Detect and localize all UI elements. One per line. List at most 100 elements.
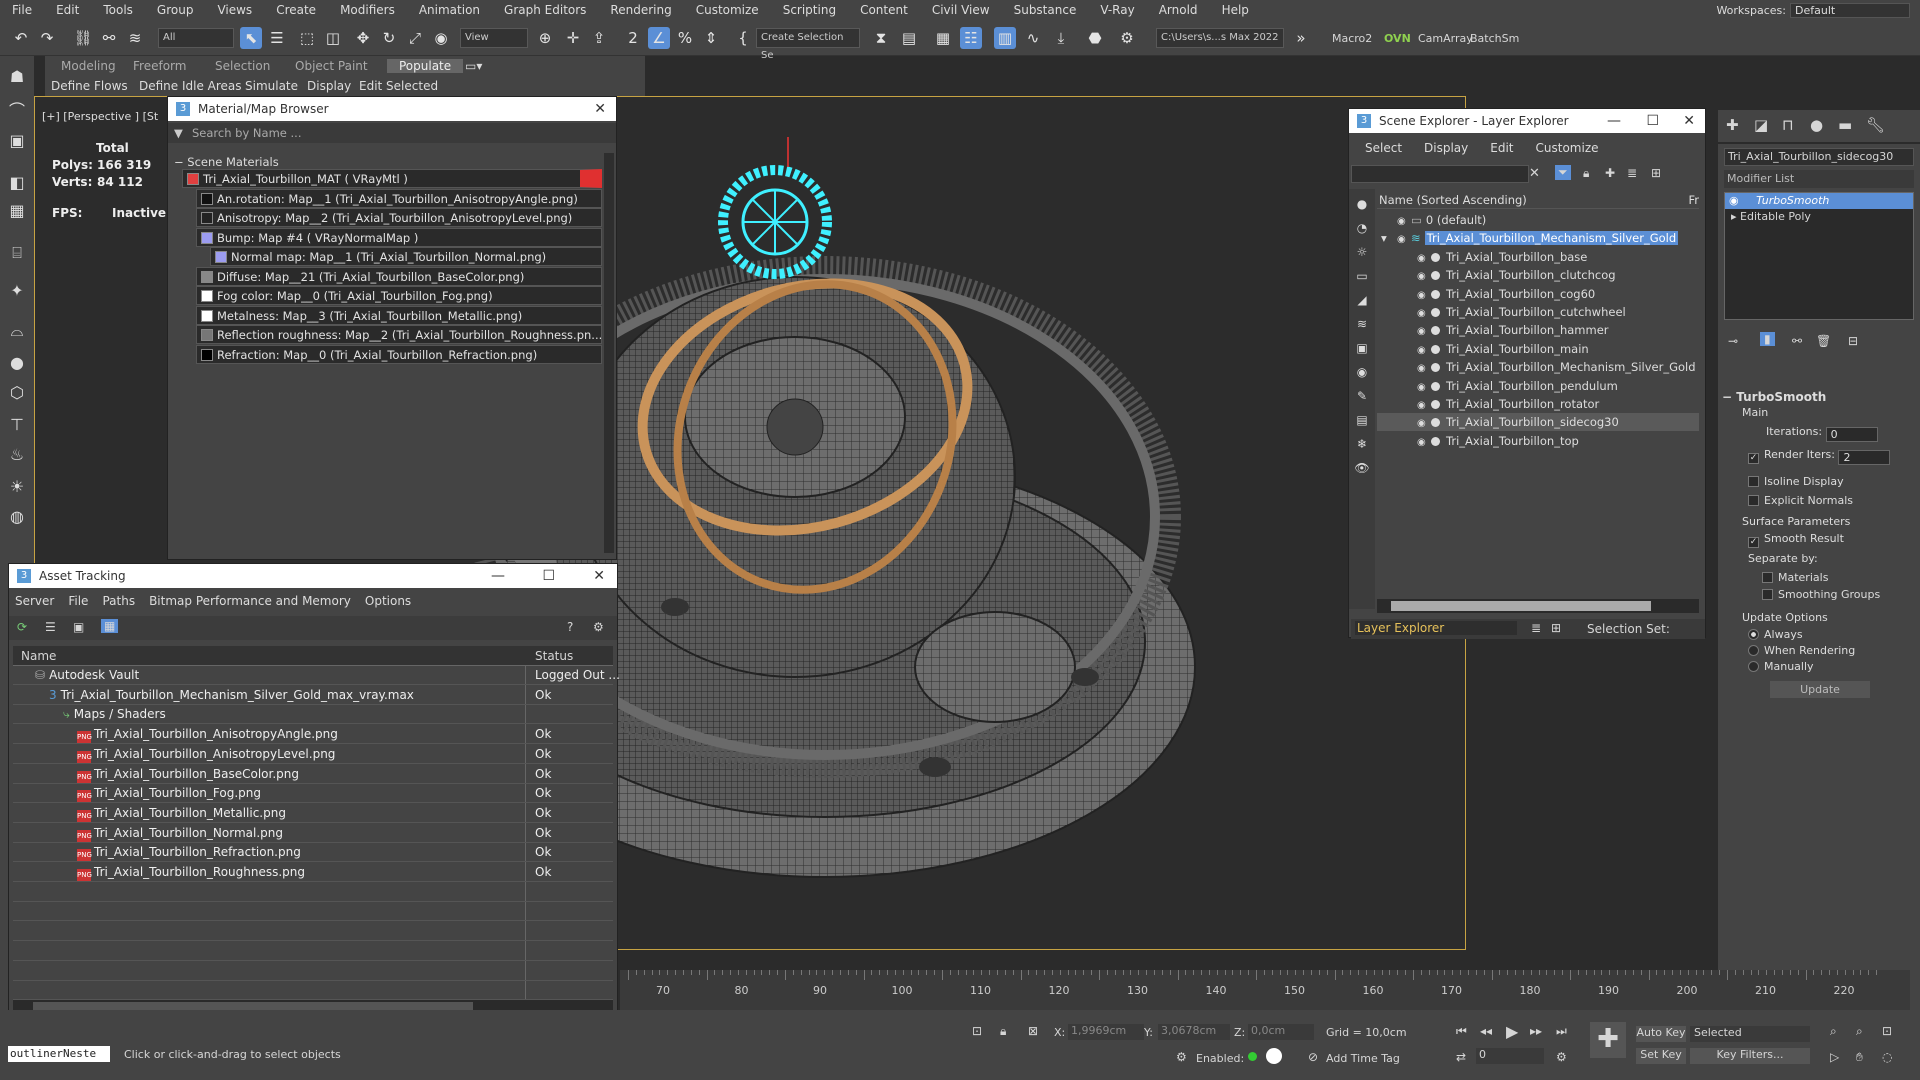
scene-tree-row[interactable]: ◉ Tri_Axial_Tourbillon_main bbox=[1377, 340, 1699, 358]
select-by-name-icon[interactable]: ☰ bbox=[266, 27, 288, 49]
create-object-icon[interactable]: ◧ bbox=[6, 172, 28, 194]
layers-icon[interactable]: ≣ bbox=[1627, 166, 1637, 180]
place-icon[interactable]: ◉ bbox=[430, 27, 452, 49]
isoline-checkbox[interactable] bbox=[1748, 476, 1759, 487]
scene-menu-customize[interactable]: Customize bbox=[1536, 141, 1599, 155]
table-view-icon[interactable]: ▦ bbox=[101, 619, 119, 633]
set-key-button[interactable]: Set Key bbox=[1636, 1048, 1686, 1064]
render-dot-icon[interactable] bbox=[1431, 289, 1440, 299]
light-filter-icon[interactable]: ☼ bbox=[1351, 241, 1373, 263]
zoom-extents-icon[interactable]: ⊡ bbox=[1882, 1024, 1892, 1038]
scene-tree-row[interactable]: ◉ Tri_Axial_Tourbillon_cutchwheel bbox=[1377, 303, 1699, 321]
maxscript-listener[interactable]: outlinerNeste bbox=[8, 1046, 110, 1062]
turbosmooth-rollout-header[interactable]: − TurboSmooth bbox=[1722, 390, 1916, 404]
lamp-icon[interactable]: ⊤ bbox=[6, 414, 28, 436]
modify-tab-icon[interactable]: ◪ bbox=[1754, 116, 1768, 134]
asset-row[interactable]: 3 Tri_Axial_Tourbillon_Mechanism_Silver_G… bbox=[13, 686, 613, 705]
minimize-icon[interactable]: — bbox=[491, 564, 505, 588]
asset-menu-options[interactable]: Options bbox=[365, 594, 411, 612]
spline-icon[interactable]: ⌓ bbox=[6, 320, 28, 342]
redo-icon[interactable]: ↷ bbox=[36, 27, 58, 49]
window-crossing-icon[interactable]: ◫ bbox=[322, 27, 344, 49]
viewport-label[interactable]: [+] [Perspective ] [St bbox=[42, 110, 158, 123]
time-config-icon[interactable] bbox=[1266, 1048, 1282, 1064]
material-search-input[interactable]: ▼ Search by Name ... bbox=[168, 123, 616, 143]
asset-row[interactable]: PNG Tri_Axial_Tourbillon_Refraction.png Ok bbox=[13, 843, 613, 863]
render-dot-icon[interactable] bbox=[1431, 344, 1440, 354]
go-to-start-icon[interactable]: ⏮ bbox=[1456, 1024, 1467, 1039]
geosphere-icon[interactable]: ⬡ bbox=[6, 382, 28, 404]
scene-tree-row[interactable]: ▾ ◉ ≋ Tri_Axial_Tourbillon_Mechanism_Silver… bbox=[1377, 229, 1699, 247]
visibility-eye-icon[interactable]: ◉ bbox=[1417, 250, 1431, 268]
asset-menu-server[interactable]: Server bbox=[15, 594, 54, 612]
asset-row[interactable]: PNG Tri_Axial_Tourbillon_Fog.png Ok bbox=[13, 784, 613, 804]
spinner-snap-icon[interactable]: ⇕ bbox=[700, 27, 722, 49]
select-object-icon[interactable]: ⬉ bbox=[240, 27, 262, 49]
eye-icon[interactable]: ◉ bbox=[1729, 194, 1739, 207]
ribbon-options-icon[interactable]: ▭▾ bbox=[465, 59, 482, 73]
always-radio-row[interactable]: Always bbox=[1722, 628, 1916, 641]
undo-icon[interactable]: ↶ bbox=[10, 27, 32, 49]
motion-tab-icon[interactable]: ● bbox=[1810, 116, 1823, 134]
hierarchy-icon[interactable]: ⊞ bbox=[1651, 166, 1661, 180]
when-rendering-radio-row[interactable]: When Rendering bbox=[1722, 644, 1916, 657]
ribbon-toggle-icon[interactable]: ▥ bbox=[994, 27, 1016, 49]
lock-icon[interactable]: 🔒︎ bbox=[1583, 166, 1589, 181]
menu-edit[interactable]: Edit bbox=[44, 3, 91, 17]
materials-row[interactable]: Materials bbox=[1722, 571, 1916, 584]
settings-icon[interactable]: ⚙ bbox=[593, 620, 604, 634]
visibility-eye-icon[interactable]: ◉ bbox=[1417, 434, 1431, 452]
macro-button[interactable]: Macro2 bbox=[1332, 32, 1372, 45]
render-dot-icon[interactable] bbox=[1431, 400, 1440, 409]
visibility-eye-icon[interactable]: ◉ bbox=[1417, 268, 1431, 286]
explicit-normals-row[interactable]: Explicit Normals bbox=[1722, 494, 1916, 507]
edit-selected-button[interactable]: Edit Selected bbox=[359, 79, 438, 93]
scene-tree-row[interactable]: ◉ Tri_Axial_Tourbillon_base bbox=[1377, 248, 1699, 266]
scene-tree-row[interactable]: ◉ Tri_Axial_Tourbillon_top bbox=[1377, 432, 1699, 450]
maximize-icon[interactable]: ☐ bbox=[1646, 109, 1659, 133]
keyboard-shortcut-icon[interactable]: ⇪ bbox=[588, 27, 610, 49]
container-filter-icon[interactable]: ▤ bbox=[1351, 409, 1373, 431]
helper-icon[interactable]: ♨ bbox=[6, 444, 28, 466]
scene-tree-row[interactable]: ◉ Tri_Axial_Tourbillon_clutchcog bbox=[1377, 266, 1699, 284]
scene-horizontal-scrollbar[interactable] bbox=[1377, 599, 1699, 613]
key-selection-dropdown[interactable]: Selected bbox=[1690, 1026, 1810, 1042]
named-selection-dropdown[interactable]: Create Selection Se bbox=[756, 28, 860, 61]
asset-row[interactable]: PNG Tri_Axial_Tourbillon_BaseColor.png Ok bbox=[13, 765, 613, 784]
column-name[interactable]: Name bbox=[13, 649, 56, 663]
camera-filter-icon[interactable]: ▭ bbox=[1351, 265, 1373, 287]
batchsm-button[interactable]: BatchSm bbox=[1470, 32, 1519, 45]
tab-modeling[interactable]: Modeling bbox=[61, 59, 116, 73]
xref-filter-icon[interactable]: ◉ bbox=[1351, 361, 1373, 383]
menu-animation[interactable]: Animation bbox=[407, 3, 492, 17]
update-button[interactable]: Update bbox=[1770, 681, 1870, 698]
stack-item-turbosmooth[interactable]: ◉ TurboSmooth bbox=[1725, 193, 1913, 209]
z-coordinate-field[interactable]: 0,0cm bbox=[1248, 1024, 1314, 1040]
material-tree-row[interactable]: Metalness: Map__3 (Tri_Axial_Tourbillon_… bbox=[196, 305, 602, 325]
scene-tree-row[interactable]: ◉ Tri_Axial_Tourbillon_pendulum bbox=[1377, 377, 1699, 395]
filter-icon[interactable]: ⏷ bbox=[1555, 165, 1571, 180]
isoline-display-row[interactable]: Isoline Display bbox=[1722, 475, 1916, 488]
render-dot-icon[interactable] bbox=[1431, 252, 1440, 262]
pan-icon[interactable]: ✋︎ bbox=[1856, 1050, 1863, 1065]
menu-v-ray[interactable]: V-Ray bbox=[1088, 3, 1146, 17]
dropdown-arrow-icon[interactable]: ▼ bbox=[174, 123, 183, 143]
display-tab-icon[interactable]: ▬ bbox=[1838, 116, 1852, 134]
visibility-eye-icon[interactable]: ◉ bbox=[1417, 323, 1431, 341]
material-tree-row[interactable]: Bump: Map #4 ( VRayNormalMap ) bbox=[196, 227, 602, 247]
render-dot-icon[interactable] bbox=[1431, 308, 1440, 317]
always-radio[interactable] bbox=[1748, 629, 1759, 640]
menu-create[interactable]: Create bbox=[264, 3, 328, 17]
auto-key-button[interactable]: Auto Key bbox=[1636, 1026, 1686, 1042]
material-browser-titlebar[interactable]: 3 Material/Map Browser ✕ bbox=[168, 97, 616, 121]
shape-filter-icon[interactable]: ◔ bbox=[1351, 217, 1373, 239]
visibility-eye-icon[interactable]: ◉ bbox=[1417, 342, 1431, 360]
group-filter-icon[interactable]: ▣ bbox=[1351, 337, 1373, 359]
unlink-icon[interactable]: ⚯ bbox=[98, 27, 120, 49]
scene-search-input[interactable] bbox=[1351, 165, 1529, 183]
next-frame-icon[interactable]: ▸▸ bbox=[1530, 1024, 1542, 1038]
light-icon[interactable]: ✦ bbox=[6, 280, 28, 302]
ovn-button[interactable]: OVN bbox=[1384, 32, 1411, 45]
asset-row[interactable]: PNG Tri_Axial_Tourbillon_AnisotropyAngle.… bbox=[13, 725, 613, 745]
render-dot-icon[interactable] bbox=[1431, 418, 1440, 428]
